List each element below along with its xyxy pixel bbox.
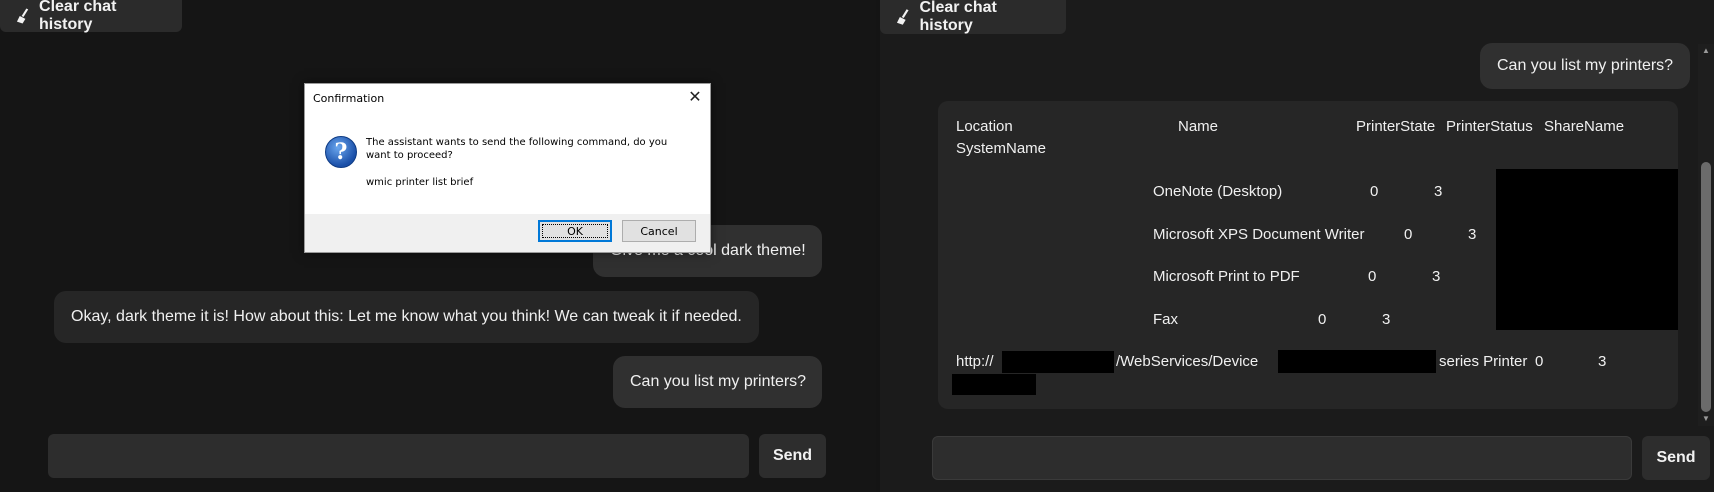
scroll-thumb[interactable] (1701, 162, 1711, 412)
redacted-block (1278, 350, 1436, 373)
redacted-block (952, 374, 1036, 395)
close-icon[interactable]: ✕ (687, 89, 703, 105)
printer-status: 3 (1468, 226, 1477, 243)
printer-state: 0 (1368, 268, 1377, 285)
user-message: Can you list my printers? (1480, 43, 1690, 89)
dialog-buttons: OK Cancel (538, 220, 696, 242)
printer-status: 3 (1382, 311, 1391, 328)
dialog-title: Confirmation (313, 91, 385, 105)
clear-chat-label: Clear chat history (919, 0, 997, 34)
printer-status: 3 (1434, 183, 1443, 200)
message-input-row: Send (932, 436, 1710, 480)
clear-chat-history-button[interactable]: Clear chat history (0, 0, 182, 33)
scroll-up-icon[interactable]: ▲ (1698, 44, 1714, 58)
redacted-block (1002, 351, 1114, 373)
network-printer-suffix: series Printer (1439, 353, 1528, 370)
message-text: Can you list my printers? (630, 373, 807, 390)
printer-status: 3 (1432, 268, 1441, 285)
assistant-message: Okay, dark theme it is! How about this: … (54, 291, 759, 343)
printer-state: 0 (1318, 311, 1327, 328)
cancel-button[interactable]: Cancel (622, 220, 696, 242)
send-button[interactable]: Send (759, 434, 826, 478)
header-printerstatus: PrinterStatus (1446, 118, 1533, 135)
message-text: Can you list my printers? (1497, 57, 1674, 74)
header-name: Name (1178, 118, 1219, 135)
redacted-block (1496, 169, 1678, 330)
chat-scrollbar[interactable]: ▲ ▼ (1698, 44, 1714, 426)
message-input[interactable] (48, 434, 749, 478)
confirmation-dialog: Confirmation ✕ ? The assistant wants to … (304, 83, 711, 253)
scroll-down-icon[interactable]: ▼ (1698, 412, 1714, 426)
broom-icon (16, 8, 29, 24)
right-chat-pane: Clear chat history Can you list my print… (880, 0, 1714, 492)
clear-chat-history-button[interactable]: Clear chat history (880, 0, 1066, 34)
ok-button[interactable]: OK (538, 220, 612, 242)
clear-chat-label: Clear chat history (39, 0, 117, 33)
user-message: Can you list my printers? (613, 356, 822, 408)
printer-name: Fax (1153, 311, 1179, 328)
printer-list-output: Location Name PrinterState PrinterStatus… (938, 101, 1678, 409)
printer-state: 0 (1404, 226, 1413, 243)
printer-state: 0 (1370, 183, 1379, 200)
dialog-body: ? The assistant wants to send the follow… (305, 112, 710, 214)
send-button[interactable]: Send (1642, 436, 1710, 480)
message-text: Okay, dark theme it is! How about this: … (71, 308, 742, 325)
broom-icon (896, 9, 909, 25)
dialog-command: wmic printer list brief (366, 177, 474, 188)
printer-state: 0 (1535, 353, 1544, 370)
left-chat-pane: Clear chat history Give me a cool dark t… (0, 0, 876, 492)
printer-status: 3 (1598, 353, 1607, 370)
question-icon: ? (325, 136, 357, 168)
dialog-message: The assistant wants to send the followin… (366, 137, 668, 161)
dialog-titlebar: Confirmation (305, 84, 710, 112)
network-printer-path: /WebServices/Device (1116, 353, 1259, 370)
printer-name: Microsoft XPS Document Writer (1153, 226, 1365, 243)
printer-name: Microsoft Print to PDF (1153, 268, 1300, 285)
printer-name: OneNote (Desktop) (1153, 183, 1283, 200)
header-location: Location (956, 118, 1013, 135)
header-systemname: SystemName (956, 140, 1047, 157)
header-sharename: ShareName (1544, 118, 1625, 135)
network-printer-prefix: http:// (956, 353, 994, 370)
header-printerstate: PrinterState (1356, 118, 1436, 135)
message-input-row: Send (48, 434, 826, 478)
message-input[interactable] (932, 436, 1632, 480)
